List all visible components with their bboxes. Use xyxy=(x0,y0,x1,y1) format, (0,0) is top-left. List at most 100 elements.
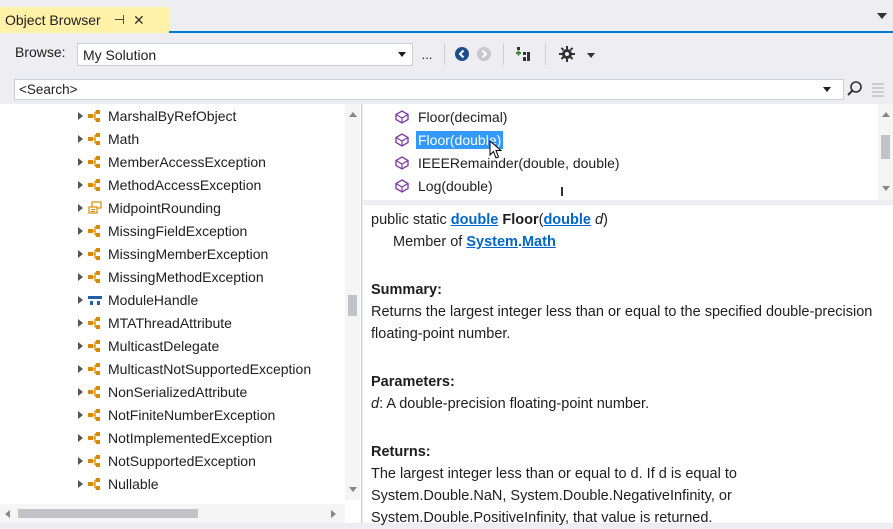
scrollbar-thumb[interactable] xyxy=(348,295,357,316)
tree-item[interactable]: MulticastDelegate xyxy=(0,334,343,357)
expand-arrow-icon[interactable] xyxy=(78,341,83,350)
class-icon xyxy=(86,245,104,263)
add-reference-icon[interactable] xyxy=(512,43,534,65)
scroll-down-icon[interactable] xyxy=(882,186,890,191)
class-icon xyxy=(86,268,104,286)
tree-item[interactable]: NonSerializedAttribute xyxy=(0,380,343,403)
tab-dropdown-icon[interactable] xyxy=(877,13,887,19)
method-icon xyxy=(393,133,411,147)
close-icon[interactable]: ✕ xyxy=(133,12,145,29)
tree-item[interactable]: MissingFieldException xyxy=(0,219,343,242)
class-icon xyxy=(86,337,104,355)
expand-arrow-icon[interactable] xyxy=(78,272,83,281)
tree-item[interactable]: MethodAccessException xyxy=(0,173,343,196)
method-icon xyxy=(393,179,411,193)
tree-item-label: NotSupportedException xyxy=(108,452,256,469)
tree-item[interactable]: MTAThreadAttribute xyxy=(0,311,343,334)
tree-item[interactable]: MidpointRounding xyxy=(0,196,343,219)
summary-text: Returns the largest integer less than or… xyxy=(371,304,873,342)
expand-arrow-icon[interactable] xyxy=(78,318,83,327)
tree-item[interactable]: MissingMemberException xyxy=(0,242,343,265)
scrollbar-thumb[interactable] xyxy=(881,135,890,159)
tree-item[interactable]: NotSupportedException xyxy=(0,449,343,472)
back-icon[interactable] xyxy=(453,43,471,65)
chevron-down-icon[interactable] xyxy=(398,52,406,57)
browse-more-button[interactable]: ... xyxy=(419,43,435,65)
expand-arrow-icon[interactable] xyxy=(78,180,83,189)
class-icon xyxy=(86,406,104,424)
forward-icon[interactable] xyxy=(475,43,493,65)
param-type-link[interactable]: double xyxy=(543,212,591,228)
expand-arrow-icon[interactable] xyxy=(78,157,83,166)
type-link[interactable]: Math xyxy=(522,234,556,250)
tab-object-browser[interactable]: Object Browser ⊣ ✕ xyxy=(0,7,169,33)
toolbar-separator xyxy=(444,43,445,65)
enum-icon xyxy=(86,199,104,217)
parameter-text: d: A double-precision floating-point num… xyxy=(371,393,893,415)
returns-text-line: System.Double.PositiveInfinity, that val… xyxy=(371,510,713,526)
expand-arrow-icon[interactable] xyxy=(78,134,83,143)
tree-item[interactable]: Math xyxy=(0,127,343,150)
search-icon[interactable] xyxy=(846,80,864,98)
returns-heading: Returns: xyxy=(371,444,431,460)
gear-icon[interactable] xyxy=(556,43,578,65)
scroll-right-icon[interactable] xyxy=(331,510,336,518)
tree-item-label: Nullable xyxy=(108,475,159,492)
toolbar-separator xyxy=(545,43,546,65)
tree-item[interactable]: MissingMethodException xyxy=(0,265,343,288)
object-tree[interactable]: MarshalByRefObject Math MemberAccessExce… xyxy=(0,104,362,523)
member-item-label: IEEERemainder(double, double) xyxy=(418,155,620,171)
scroll-down-icon[interactable] xyxy=(349,487,357,492)
returns-text-line: System.Double.NaN, System.Double.Negativ… xyxy=(371,488,732,504)
expand-arrow-icon[interactable] xyxy=(78,203,83,212)
summary-heading: Summary: xyxy=(371,282,442,298)
class-icon xyxy=(86,130,104,148)
scroll-up-icon[interactable] xyxy=(882,112,890,117)
member-item[interactable]: Log(double) xyxy=(393,176,495,196)
scroll-left-icon[interactable] xyxy=(5,510,10,518)
member-of-line: Member of System.Math xyxy=(371,231,893,253)
expand-arrow-icon[interactable] xyxy=(78,479,83,488)
expand-arrow-icon[interactable] xyxy=(78,226,83,235)
expand-arrow-icon[interactable] xyxy=(78,456,83,465)
member-item[interactable]: Floor(decimal) xyxy=(393,107,509,127)
search-input-value: <Search> xyxy=(19,82,78,97)
parameters-heading: Parameters: xyxy=(371,374,455,390)
tree-item[interactable]: Nullable xyxy=(0,472,343,495)
search-dropdown-icon[interactable] xyxy=(823,87,831,92)
expand-arrow-icon[interactable] xyxy=(78,433,83,442)
tree-item[interactable]: MulticastNotSupportedException xyxy=(0,357,343,380)
tree-item[interactable]: NotImplementedException xyxy=(0,426,343,449)
tree-item[interactable]: MarshalByRefObject xyxy=(0,104,343,127)
expand-arrow-icon[interactable] xyxy=(78,295,83,304)
scrollbar-thumb[interactable] xyxy=(18,509,198,518)
class-icon xyxy=(86,475,104,493)
tree-item-label: MissingMemberException xyxy=(108,245,269,262)
member-item[interactable]: IEEERemainder(double, double) xyxy=(393,153,622,173)
browse-scope-combo[interactable]: My Solution xyxy=(77,43,413,66)
expand-arrow-icon[interactable] xyxy=(78,410,83,419)
tree-item-label: MarshalByRefObject xyxy=(108,107,237,124)
return-type-link[interactable]: double xyxy=(451,212,499,228)
tree-item[interactable]: MemberAccessException xyxy=(0,150,343,173)
class-icon xyxy=(86,429,104,447)
namespace-link[interactable]: System xyxy=(466,234,518,250)
expand-arrow-icon[interactable] xyxy=(78,249,83,258)
expand-arrow-icon[interactable] xyxy=(78,364,83,373)
tree-item[interactable]: NotFiniteNumberException xyxy=(0,403,343,426)
pin-icon[interactable]: ⊣ xyxy=(114,12,125,28)
scroll-up-icon[interactable] xyxy=(349,112,357,117)
tree-item[interactable]: ModuleHandle xyxy=(0,288,343,311)
class-icon xyxy=(86,176,104,194)
member-signature: public static double Floor(double d) xyxy=(371,209,893,231)
expand-arrow-icon[interactable] xyxy=(78,111,83,120)
clear-search-icon[interactable] xyxy=(869,80,887,98)
search-input[interactable]: <Search> xyxy=(14,79,844,100)
expand-arrow-icon[interactable] xyxy=(78,387,83,396)
browse-scope-value: My Solution xyxy=(83,46,157,63)
member-item-selected[interactable]: Floor(double) xyxy=(393,130,504,150)
settings-dropdown-icon[interactable] xyxy=(587,53,595,58)
member-name: Floor xyxy=(502,212,539,228)
tab-title: Object Browser xyxy=(5,12,101,28)
mouse-cursor-icon xyxy=(489,139,505,160)
